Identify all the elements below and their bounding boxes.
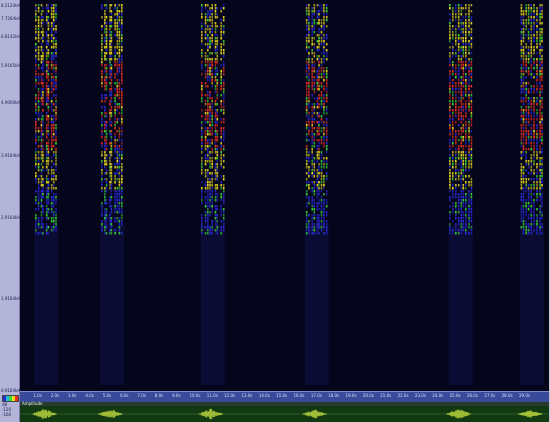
frequency-axis: 8.2120kHz 7.7264kHz 6.8142kHz 5.9165kHz 4.90… bbox=[0, 0, 22, 393]
time-tick-label: 13.0s bbox=[241, 393, 253, 398]
time-tick-label: 14.0s bbox=[258, 393, 270, 398]
time-tick-label: 15.0s bbox=[276, 393, 288, 398]
waveform-canvas[interactable] bbox=[20, 406, 549, 422]
time-tick-label: 2.0s bbox=[50, 393, 60, 398]
waveform-view[interactable] bbox=[20, 406, 549, 422]
time-tick-label: 29.0s bbox=[518, 393, 530, 398]
legend-db-value: -160 bbox=[2, 412, 12, 417]
time-tick-label: 25.0s bbox=[449, 393, 461, 398]
time-tick-label: 5.0s bbox=[102, 393, 112, 398]
spectrogram-burst bbox=[200, 4, 225, 385]
time-tick-label: 4.0s bbox=[85, 393, 94, 398]
time-tick-label: 3.0s bbox=[68, 393, 77, 398]
spectrogram-canvas[interactable] bbox=[20, 0, 549, 391]
time-tick-label: 1.0s bbox=[33, 393, 42, 398]
color-scale-bar bbox=[2, 395, 19, 402]
time-tick-label: 18.0s bbox=[328, 393, 340, 398]
time-tick-label: 8.0s bbox=[154, 393, 164, 398]
time-tick-label: 27.0s bbox=[484, 393, 496, 398]
spectrogram-burst bbox=[34, 4, 59, 385]
time-tick-label: 12.0s bbox=[224, 393, 236, 398]
spectrogram-view[interactable] bbox=[20, 0, 549, 391]
legend-strip: dB -120 -160 bbox=[0, 393, 20, 422]
spectrogram-burst bbox=[519, 4, 544, 385]
time-tick-label: 21.0s bbox=[380, 393, 392, 398]
time-tick-label: 24.0s bbox=[432, 393, 444, 398]
spectrogram-app: 8.2120kHz 7.7264kHz 6.8142kHz 5.9165kHz 4.90… bbox=[0, 0, 550, 422]
time-tick-label: 23.0s bbox=[414, 393, 426, 398]
time-tick-label: 11.0s bbox=[206, 393, 218, 398]
time-tick-label: 6.0s bbox=[120, 393, 129, 398]
time-tick-label: 20.0s bbox=[362, 393, 374, 398]
time-tick-label: 28.0s bbox=[501, 393, 513, 398]
spectrogram-burst bbox=[304, 4, 329, 385]
time-tick-label: 19.0s bbox=[345, 393, 357, 398]
time-tick-label: 22.0s bbox=[397, 393, 409, 398]
time-tick-label: 16.0s bbox=[293, 393, 305, 398]
time-tick-label: 17.0s bbox=[310, 393, 322, 398]
time-tick-label: 9.0s bbox=[172, 393, 181, 398]
time-tick-label: 7.0s bbox=[137, 393, 146, 398]
time-tick-label: 10.0s bbox=[189, 393, 201, 398]
time-tick-label: 26.0s bbox=[466, 393, 478, 398]
spectrogram-burst bbox=[448, 4, 473, 385]
spectrogram-burst bbox=[100, 4, 125, 385]
